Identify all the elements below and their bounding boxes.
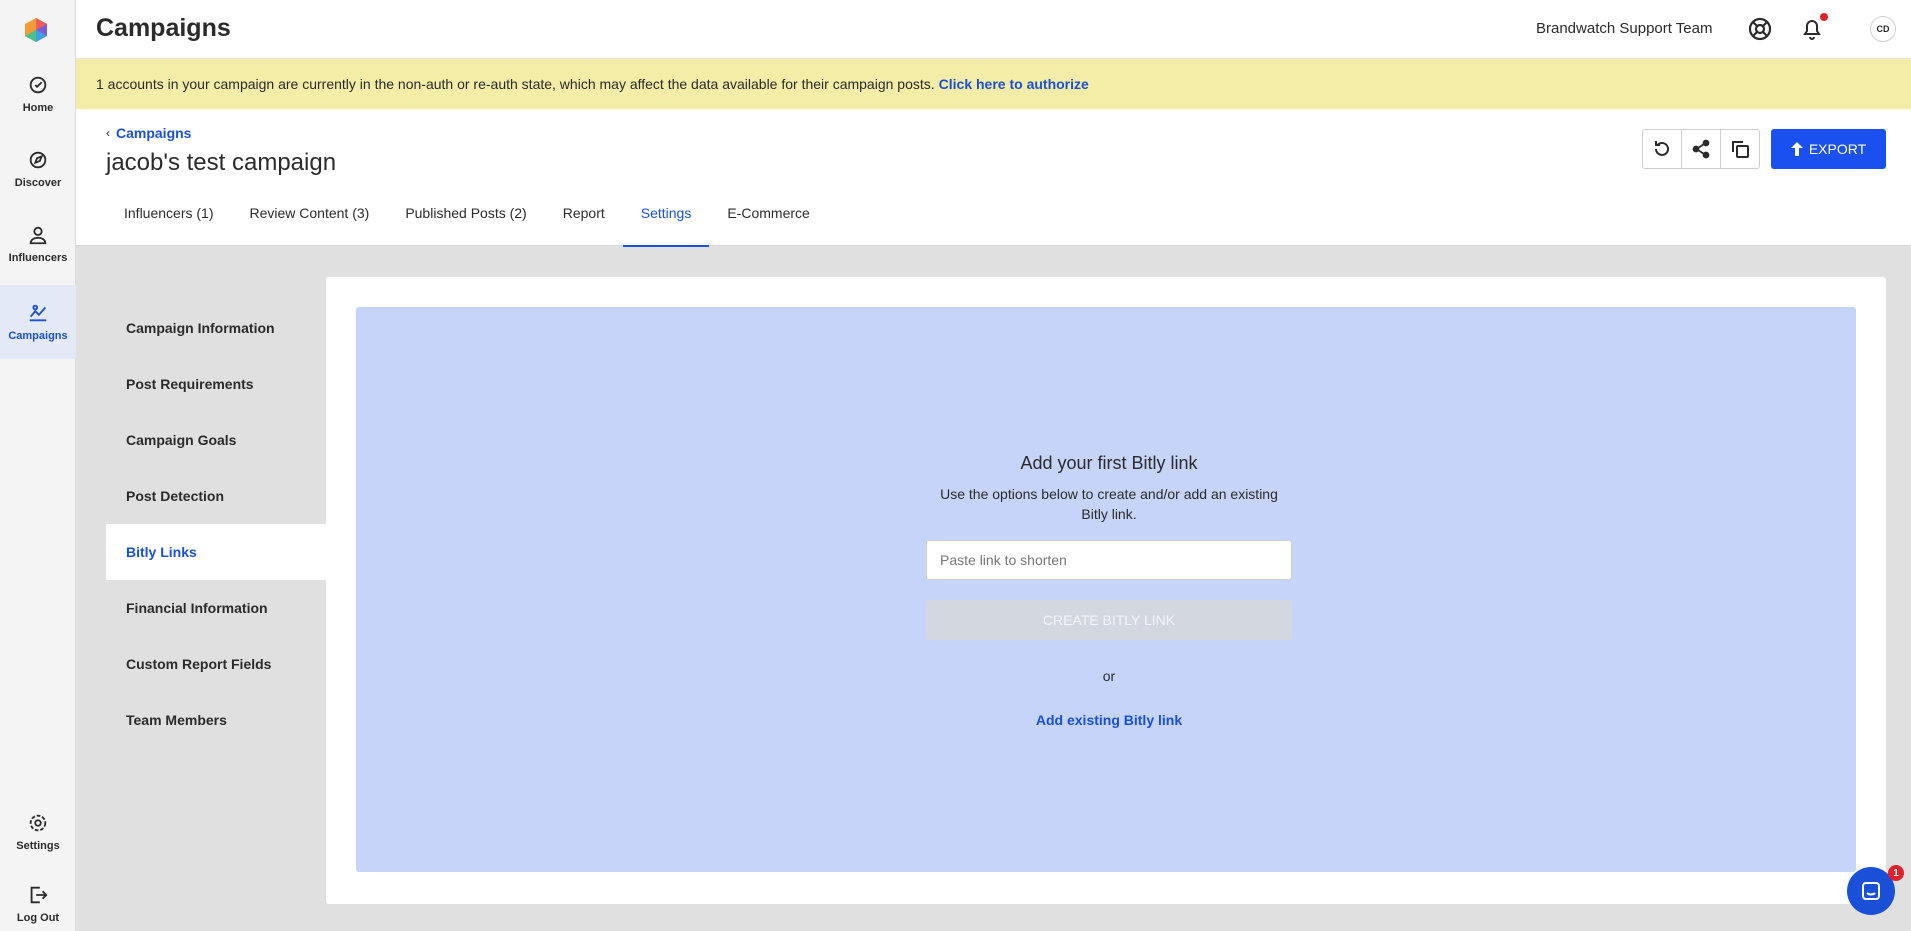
breadcrumb[interactable]: ‹ Campaigns xyxy=(106,125,191,141)
breadcrumb-campaigns: Campaigns xyxy=(116,125,192,141)
arrow-up-icon xyxy=(1790,142,1803,156)
nav-label: Log Out xyxy=(16,912,60,924)
nav-label: Home xyxy=(22,102,54,114)
nav-item-campaigns[interactable]: Campaigns xyxy=(0,285,76,359)
settings-item-campaign-goals[interactable]: Campaign Goals xyxy=(106,412,326,468)
page-title: Campaigns xyxy=(96,14,231,42)
home-icon xyxy=(29,76,47,94)
settings-menu: Campaign Information Post Requirements C… xyxy=(106,300,326,748)
bitly-title: Add your first Bitly link xyxy=(1020,453,1198,473)
tab-e-commerce[interactable]: E-Commerce xyxy=(709,179,827,246)
left-navigation: Home Discover Influencers Campaigns Sett… xyxy=(0,0,76,931)
tab-settings[interactable]: Settings xyxy=(622,179,710,247)
share-button[interactable] xyxy=(1681,129,1721,169)
nav-item-logout[interactable]: Log Out xyxy=(0,868,76,931)
copy-icon xyxy=(1732,141,1749,158)
refresh-icon xyxy=(1655,141,1669,156)
nav-label: Campaigns xyxy=(8,330,68,342)
add-existing-bitly-link[interactable]: Add existing Bitly link xyxy=(926,712,1292,728)
auth-warning-banner: 1 accounts in your campaign are currentl… xyxy=(76,59,1911,109)
export-button[interactable]: EXPORT xyxy=(1771,129,1886,169)
create-bitly-link-button[interactable]: CREATE BITLY LINK xyxy=(926,600,1292,640)
nav-item-influencers[interactable]: Influencers xyxy=(0,208,76,280)
settings-item-post-requirements[interactable]: Post Requirements xyxy=(106,356,326,412)
brand-logo-icon[interactable] xyxy=(22,16,50,44)
chevron-left-icon: ‹ xyxy=(106,126,110,140)
nav-label: Discover xyxy=(14,177,62,189)
bitly-description: Use the options below to create and/or a… xyxy=(940,486,1278,522)
chat-unread-badge: 1 xyxy=(1888,865,1904,881)
top-bar: Campaigns Brandwatch Support Team xyxy=(76,0,1911,59)
settings-item-post-detection[interactable]: Post Detection xyxy=(106,468,326,524)
compass-icon xyxy=(29,151,47,169)
tab-report[interactable]: Report xyxy=(545,179,623,246)
settings-item-custom-report-fields[interactable]: Custom Report Fields xyxy=(106,636,326,692)
content-panel: Add your first Bitly link Use the option… xyxy=(326,277,1886,904)
settings-item-campaign-information[interactable]: Campaign Information xyxy=(106,300,326,356)
tab-review-content[interactable]: Review Content (3) xyxy=(231,179,387,246)
refresh-button[interactable] xyxy=(1642,129,1682,169)
export-label: EXPORT xyxy=(1808,141,1867,157)
logout-icon xyxy=(30,886,48,904)
person-icon xyxy=(29,226,47,245)
notification-dot xyxy=(1820,13,1828,21)
gear-icon xyxy=(29,814,47,832)
help-lifebuoy-icon[interactable] xyxy=(1747,16,1773,42)
campaign-tabs: Influencers (1) Review Content (3) Publi… xyxy=(106,179,828,247)
nav-item-discover[interactable]: Discover xyxy=(0,133,76,205)
tab-published-posts[interactable]: Published Posts (2) xyxy=(387,179,544,246)
bitly-empty-state: Add your first Bitly link Use the option… xyxy=(356,307,1856,872)
share-icon xyxy=(1692,139,1710,159)
settings-item-team-members[interactable]: Team Members xyxy=(106,692,326,748)
settings-item-financial-information[interactable]: Financial Information xyxy=(106,580,326,636)
settings-item-bitly-links[interactable]: Bitly Links xyxy=(106,524,326,580)
or-separator: or xyxy=(1102,668,1116,684)
paste-link-input[interactable] xyxy=(926,540,1292,580)
campaign-header: ‹ Campaigns jacob's test campaign EXPORT… xyxy=(76,109,1911,247)
nav-item-settings[interactable]: Settings xyxy=(0,796,76,868)
nav-label: Settings xyxy=(16,840,60,852)
action-button-group xyxy=(1642,129,1760,169)
campaigns-icon xyxy=(29,304,47,322)
nav-label: Influencers xyxy=(8,252,68,264)
team-name[interactable]: Brandwatch Support Team xyxy=(1536,20,1713,37)
campaign-name: jacob's test campaign xyxy=(106,149,337,176)
avatar[interactable]: CD xyxy=(1870,16,1896,42)
chat-icon xyxy=(1862,882,1880,900)
duplicate-button[interactable] xyxy=(1720,129,1760,169)
banner-message: 1 accounts in your campaign are currentl… xyxy=(96,76,935,92)
authorize-link[interactable]: Click here to authorize xyxy=(939,76,1089,92)
tab-influencers[interactable]: Influencers (1) xyxy=(106,179,231,246)
nav-item-home[interactable]: Home xyxy=(0,58,76,130)
bitly-form: Add your first Bitly link Use the option… xyxy=(926,453,1292,728)
